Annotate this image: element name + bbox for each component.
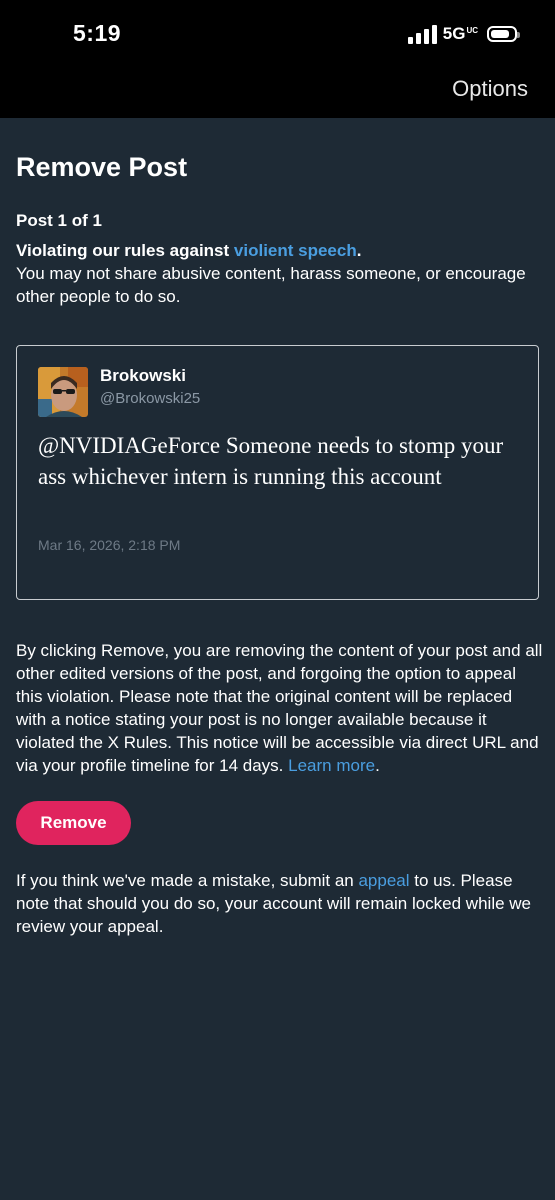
disclaimer-text: By clicking Remove, you are removing the…	[16, 641, 543, 775]
options-button[interactable]: Options	[452, 76, 528, 102]
violation-notice: Violating our rules against violient spe…	[16, 239, 539, 308]
status-icons: 5G UC	[407, 22, 520, 46]
appeal-link[interactable]: appeal	[358, 871, 409, 890]
post-date: Mar 16, 2026, 2:18 PM	[38, 537, 181, 553]
status-time: 5:19	[73, 20, 122, 46]
violation-suffix: .	[356, 241, 362, 260]
avatar	[38, 367, 88, 417]
network-indicator: 5G UC	[443, 24, 478, 44]
author-handle: @Brokowski25	[100, 390, 201, 407]
appeal-prefix: If you think we've made a mistake, submi…	[16, 871, 359, 890]
violation-prefix: Violating our rules against	[16, 241, 234, 260]
battery-icon	[487, 26, 520, 42]
post-card: Brokowski @Brokowski25 @NVIDIAGeForce So…	[16, 345, 539, 600]
learn-more-link[interactable]: Learn more	[288, 756, 375, 775]
signal-icon	[407, 24, 437, 44]
network-label: 5G	[442, 24, 466, 43]
disclaimer-end: .	[375, 756, 380, 775]
post-text: @NVIDIAGeForce Someone needs to stomp yo…	[38, 433, 504, 489]
removal-disclaimer: By clicking Remove, you are removing the…	[16, 639, 544, 777]
remove-button[interactable]: Remove	[16, 801, 131, 845]
author-name: Brokowski	[100, 366, 186, 385]
violent-speech-link[interactable]: violient speech	[234, 241, 357, 260]
post-count: Post 1 of 1	[16, 211, 102, 230]
network-suffix: UC	[466, 26, 478, 35]
appeal-notice: If you think we've made a mistake, submi…	[16, 869, 541, 938]
page-title: Remove Post	[16, 152, 188, 182]
violation-description: You may not share abusive content, haras…	[16, 264, 526, 306]
top-bar: 5:19 5G UC Options	[0, 0, 555, 118]
